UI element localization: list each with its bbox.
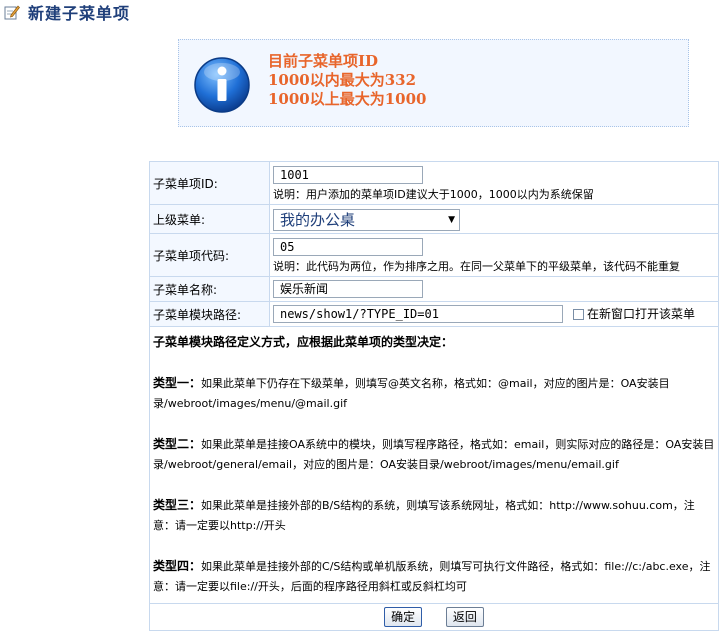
description-heading: 子菜单模块路径定义方式，应根据此菜单项的类型决定： <box>153 335 454 349</box>
type-three-title: 类型三： <box>153 498 202 512</box>
submenu-code-input[interactable]: 05 <box>273 238 423 256</box>
type-one-text: 如果此菜单下仍存在下级菜单，则填写@英文名称，格式如：@mail，对应的图片是：… <box>153 377 670 410</box>
type-two-text: 如果此菜单是挂接OA系统中的模块，则填写程序路径，格式如：email，则实际对应… <box>153 438 715 471</box>
button-bar: 确定 返回 <box>149 603 719 631</box>
type-two: 类型二：如果此菜单是挂接OA系统中的模块，则填写程序路径，格式如：email，则… <box>153 434 715 475</box>
label-path: 子菜单模块路径: <box>149 301 270 327</box>
type-one-title: 类型一： <box>153 376 202 390</box>
edit-icon <box>4 5 20 20</box>
dropdown-arrow-icon: ▼ <box>448 214 455 225</box>
type-four: 类型四：如果此菜单是挂接外部的C/S结构或单机版系统，则填写可执行文件路径，格式… <box>153 556 715 597</box>
type-three-text: 如果此菜单是挂接外部的B/S结构的系统，则填写该系统网址，格式如：http://… <box>153 499 695 532</box>
submenu-form: 子菜单项ID: 1001 说明：用户添加的菜单项ID建议大于1000，1000以… <box>149 161 719 631</box>
form-row-parent: 上级菜单: 我的办公桌 ▼ <box>149 204 719 234</box>
value-name: 娱乐新闻 <box>269 276 719 302</box>
label-id: 子菜单项ID: <box>149 161 270 205</box>
submenu-id-input[interactable]: 1001 <box>273 166 423 184</box>
value-code: 05 说明：此代码为两位，作为排序之用。在同一父菜单下的平级菜单，该代码不能重复 <box>269 233 719 277</box>
notice-line: 1000以上最大为1000 <box>268 90 427 108</box>
module-path-input[interactable]: news/show1/?TYPE_ID=01 <box>273 305 563 324</box>
info-icon <box>194 57 250 113</box>
notice-messages: 目前子菜单项ID 1000以内最大为332 1000以上最大为1000 <box>268 52 427 109</box>
ok-button[interactable]: 确定 <box>384 607 423 627</box>
hint-code: 说明：此代码为两位，作为排序之用。在同一父菜单下的平级菜单，该代码不能重复 <box>273 260 680 273</box>
label-parent: 上级菜单: <box>149 204 270 234</box>
new-window-label: 在新窗口打开该菜单 <box>587 306 696 321</box>
notice-box: 目前子菜单项ID 1000以内最大为332 1000以上最大为1000 <box>178 39 689 127</box>
form-row-code: 子菜单项代码: 05 说明：此代码为两位，作为排序之用。在同一父菜单下的平级菜单… <box>149 233 719 277</box>
value-path: news/show1/?TYPE_ID=01 在新窗口打开该菜单 <box>269 301 719 327</box>
notice-line: 目前子菜单项ID <box>268 52 379 70</box>
page-header: 新建子菜单项 <box>4 2 131 23</box>
path-description: 子菜单模块路径定义方式，应根据此菜单项的类型决定： 类型一：如果此菜单下仍存在下… <box>149 326 719 604</box>
form-row-id: 子菜单项ID: 1001 说明：用户添加的菜单项ID建议大于1000，1000以… <box>149 161 719 205</box>
notice-line: 1000以内最大为332 <box>268 71 417 89</box>
value-id: 1001 说明：用户添加的菜单项ID建议大于1000，1000以内为系统保留 <box>269 161 719 205</box>
type-two-title: 类型二： <box>153 437 202 451</box>
page-title: 新建子菜单项 <box>28 4 131 23</box>
back-button[interactable]: 返回 <box>445 607 484 627</box>
parent-menu-select[interactable]: 我的办公桌 ▼ <box>273 208 460 231</box>
type-four-text: 如果此菜单是挂接外部的C/S结构或单机版系统，则填写可执行文件路径，格式如：fi… <box>153 560 711 593</box>
form-row-description: 子菜单模块路径定义方式，应根据此菜单项的类型决定： 类型一：如果此菜单下仍存在下… <box>149 326 719 604</box>
type-three: 类型三：如果此菜单是挂接外部的B/S结构的系统，则填写该系统网址，格式如：htt… <box>153 495 715 536</box>
new-window-checkbox[interactable] <box>573 308 584 320</box>
label-name: 子菜单名称: <box>149 276 270 302</box>
value-parent: 我的办公桌 ▼ <box>269 204 719 234</box>
label-code: 子菜单项代码: <box>149 233 270 277</box>
submenu-name-input[interactable]: 娱乐新闻 <box>273 280 423 298</box>
type-four-title: 类型四： <box>153 559 202 573</box>
hint-id: 说明：用户添加的菜单项ID建议大于1000，1000以内为系统保留 <box>273 188 594 201</box>
form-row-path: 子菜单模块路径: news/show1/?TYPE_ID=01 在新窗口打开该菜单 <box>149 301 719 327</box>
form-row-name: 子菜单名称: 娱乐新闻 <box>149 276 719 302</box>
form-row-buttons: 确定 返回 <box>149 603 719 631</box>
type-one: 类型一：如果此菜单下仍存在下级菜单，则填写@英文名称，格式如：@mail，对应的… <box>153 373 715 414</box>
parent-menu-value: 我的办公桌 <box>280 211 356 229</box>
